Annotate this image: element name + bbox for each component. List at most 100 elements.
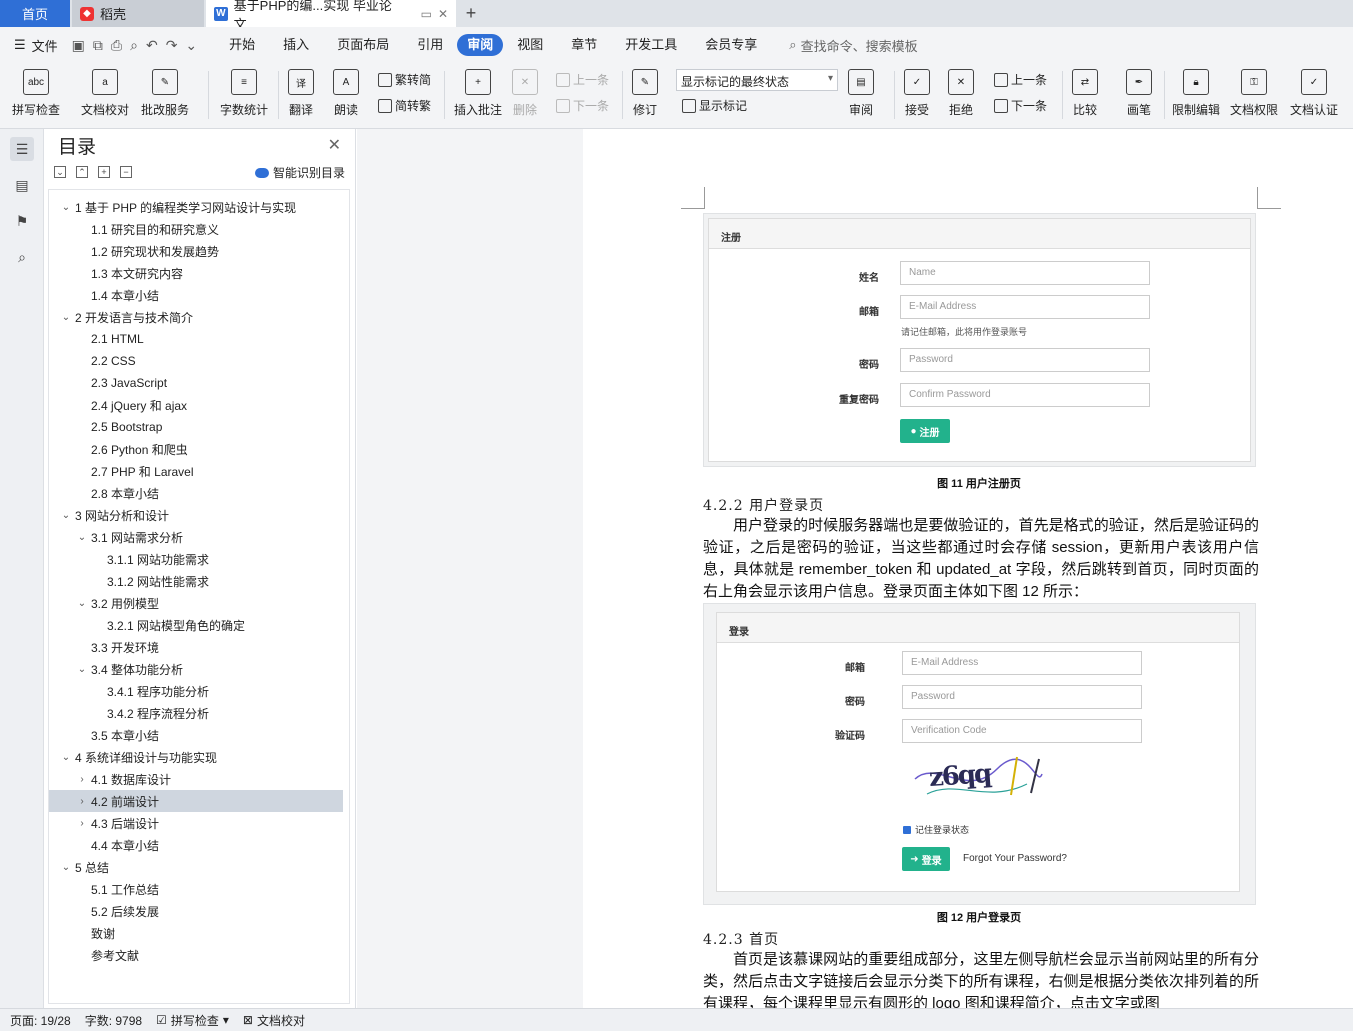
insert-comment-button[interactable]: + 插入批注 (454, 69, 502, 118)
next-comment-button[interactable]: 下一条 (556, 97, 609, 114)
word-count-indicator[interactable]: 字数: 9798 (85, 1012, 142, 1029)
prev-comment-button[interactable]: 上一条 (556, 71, 609, 88)
toc-item[interactable]: ⌄ 2 开发语言与技术简介 (49, 306, 349, 328)
menu-view[interactable]: 视图 (503, 34, 557, 56)
menu-start[interactable]: 开始 (215, 34, 269, 56)
toc-item[interactable]: 2.4 jQuery 和 ajax (49, 394, 349, 416)
toc-item[interactable]: ⌄ 1 基于 PHP 的编程类学习网站设计与实现 (49, 196, 349, 218)
command-search[interactable]: ⌕ 查找命令、搜索模板 (789, 36, 917, 55)
toc-item[interactable]: 2.3 JavaScript (49, 372, 349, 394)
chevron-down-icon[interactable]: ⌄ (75, 532, 89, 543)
chevron-down-icon[interactable]: ⌄ (75, 664, 89, 675)
show-markup-button[interactable]: 显示标记 (682, 97, 747, 114)
delete-comment-button[interactable]: ✕ 删除 (512, 69, 538, 118)
smart-toc-button[interactable]: 智能识别目录 (254, 164, 345, 181)
toc-item[interactable]: 2.7 PHP 和 Laravel (49, 460, 349, 482)
traditional-to-simplified-button[interactable]: 繁转简 (378, 71, 431, 88)
toc-item[interactable]: 参考文献 (49, 944, 349, 966)
new-tab-button[interactable]: + (456, 0, 486, 27)
toc-item[interactable]: 3.2.1 网站模型角色的确定 (49, 614, 349, 636)
undo-icon[interactable]: ↶ (146, 37, 158, 54)
chevron-right-icon[interactable]: › (75, 774, 89, 785)
toc-item[interactable]: ⌄ 3.4 整体功能分析 (49, 658, 349, 680)
toc-item[interactable]: 1.1 研究目的和研究意义 (49, 218, 349, 240)
toc-item[interactable]: 2.2 CSS (49, 350, 349, 372)
expand-up-icon[interactable]: ⌃ (76, 166, 88, 178)
toc-panel-icon[interactable]: ☰ (10, 137, 34, 161)
preview-icon[interactable]: ⌕ (130, 37, 138, 54)
file-menu[interactable]: ☰ 文件 (14, 36, 58, 55)
toc-item[interactable]: 1.3 本文研究内容 (49, 262, 349, 284)
chevron-right-icon[interactable]: › (75, 818, 89, 829)
toc-item[interactable]: 3.3 开发环境 (49, 636, 349, 658)
next-change-button[interactable]: 下一条 (994, 97, 1047, 114)
doc-rights-button[interactable]: ⚿ 文档权限 (1230, 69, 1278, 118)
toc-item[interactable]: 致谢 (49, 922, 349, 944)
toc-item[interactable]: › 4.1 数据库设计 (49, 768, 349, 790)
chevron-down-icon[interactable]: ⌄ (59, 752, 73, 763)
toc-item[interactable]: 2.1 HTML (49, 328, 349, 350)
toc-item[interactable]: › 4.3 后端设计 (49, 812, 349, 834)
toc-item[interactable]: 4.4 本章小结 (49, 834, 349, 856)
markup-mode-select[interactable]: 显示标记的最终状态 (676, 69, 838, 91)
review-pane-button[interactable]: ▤ 审阅 (848, 69, 874, 118)
revise-button[interactable]: ✎ 修订 (632, 69, 658, 118)
redo-icon[interactable]: ↷ (166, 37, 178, 54)
toc-item[interactable]: ⌄ 4 系统详细设计与功能实现 (49, 746, 349, 768)
chevron-right-icon[interactable]: › (75, 796, 89, 807)
page-indicator[interactable]: 页面: 19/28 (10, 1012, 71, 1029)
status-spell-check[interactable]: ☑ 拼写检查 ▾ (156, 1012, 229, 1029)
print-icon[interactable]: ⎙ (111, 37, 122, 54)
remove-level-icon[interactable]: − (120, 166, 132, 178)
accept-button[interactable]: ✓ 接受 (904, 69, 930, 118)
toc-item[interactable]: 5.1 工作总结 (49, 878, 349, 900)
menu-chapter[interactable]: 章节 (557, 34, 611, 56)
chevron-down-icon[interactable]: ⌄ (59, 862, 73, 873)
doc-proof-button[interactable]: a 文档校对 (81, 69, 129, 118)
toc-item[interactable]: ⌄ 3.2 用例模型 (49, 592, 349, 614)
save-icon[interactable]: ▣ (72, 37, 85, 54)
chevron-down-icon[interactable]: ⌄ (59, 312, 73, 323)
toc-item[interactable]: 1.2 研究现状和发展趋势 (49, 240, 349, 262)
toc-item[interactable]: 3.1.1 网站功能需求 (49, 548, 349, 570)
find-icon[interactable]: ⌕ (10, 245, 34, 269)
toc-item[interactable]: 2.5 Bootstrap (49, 416, 349, 438)
tab-pin-icon[interactable]: ▭ (421, 7, 432, 21)
menu-layout[interactable]: 页面布局 (323, 34, 403, 56)
menu-reference[interactable]: 引用 (403, 34, 457, 56)
menu-devtools[interactable]: 开发工具 (611, 34, 691, 56)
chevron-down-icon[interactable]: ⌄ (59, 202, 73, 213)
translate-button[interactable]: 译翻译 (288, 69, 314, 118)
chevron-down-icon[interactable]: ⌄ (59, 510, 73, 521)
customize-chevron-icon[interactable]: ⌄ (185, 37, 197, 54)
toc-item[interactable]: 2.8 本章小结 (49, 482, 349, 504)
bookmark-icon[interactable]: ⚑ (10, 209, 34, 233)
toc-item[interactable]: 3.5 本章小结 (49, 724, 349, 746)
pen-button[interactable]: ✒ 画笔 (1126, 69, 1152, 118)
tab-close-icon[interactable]: ✕ (438, 7, 448, 21)
toc-item[interactable]: 2.6 Python 和爬虫 (49, 438, 349, 460)
add-level-icon[interactable]: + (98, 166, 110, 178)
reject-button[interactable]: ✕ 拒绝 (948, 69, 974, 118)
batch-service-button[interactable]: ✎ 批改服务 (141, 69, 189, 118)
toc-item[interactable]: 3.4.1 程序功能分析 (49, 680, 349, 702)
prev-change-button[interactable]: 上一条 (994, 71, 1047, 88)
doc-cert-button[interactable]: ✓ 文档认证 (1290, 69, 1338, 118)
collapse-all-icon[interactable]: ⌄ (54, 166, 66, 178)
toc-item[interactable]: ⌄ 3.1 网站需求分析 (49, 526, 349, 548)
toc-item[interactable]: ⌄ 5 总结 (49, 856, 349, 878)
menu-insert[interactable]: 插入 (269, 34, 323, 56)
restrict-edit-button[interactable]: 🔒︎ 限制编辑 (1172, 69, 1220, 118)
toc-item[interactable]: ⌄ 3 网站分析和设计 (49, 504, 349, 526)
chapter-nav-icon[interactable]: ▤ (10, 173, 34, 197)
chevron-down-icon[interactable]: ⌄ (75, 598, 89, 609)
tab-home[interactable]: 首页 (0, 0, 70, 27)
menu-review[interactable]: 审阅 (457, 34, 504, 56)
simplified-to-traditional-button[interactable]: 简转繁 (378, 97, 431, 114)
toc-item[interactable]: 1.4 本章小结 (49, 284, 349, 306)
toc-item[interactable]: 3.1.2 网站性能需求 (49, 570, 349, 592)
toc-item[interactable]: 5.2 后续发展 (49, 900, 349, 922)
export-icon[interactable]: ⧉ (93, 37, 103, 54)
status-doc-proof[interactable]: ⊠ 文档校对 (243, 1012, 305, 1029)
compare-button[interactable]: ⇄ 比较 (1072, 69, 1098, 118)
